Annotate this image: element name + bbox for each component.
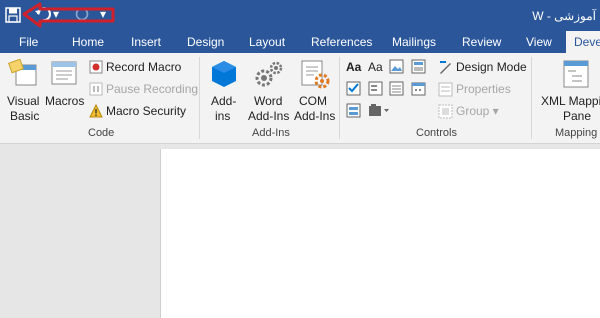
add-ins-icon [212,61,236,87]
visual-basic-icon [8,59,37,86]
record-macro-icon [89,60,103,74]
code-group-label: Code [88,127,115,139]
dropdown-list-control-icon[interactable] [389,81,404,96]
com-add-ins-label-1: COM [299,94,327,108]
properties-label: Properties [456,82,511,96]
add-ins-label-1: Add- [211,94,237,108]
macro-security-label: Macro Security [106,104,187,118]
save-icon[interactable] [5,7,21,23]
design-mode-button[interactable]: Design Mode [437,59,529,77]
document-page[interactable] [160,149,600,318]
legacy-tools-icon[interactable] [368,103,390,118]
tab-mailings[interactable]: Mailings [392,31,436,53]
mapping-group-label: Mapping [555,127,598,139]
tab-review[interactable]: Review [462,31,501,53]
tab-home[interactable]: Home [72,31,104,53]
checkbox-control-icon[interactable] [346,81,361,96]
macro-security-button[interactable]: Macro Security [88,103,188,121]
tab-layout[interactable]: Layout [249,31,285,53]
separator [531,57,532,139]
properties-icon [438,82,453,97]
visual-basic-label-1: Visual [7,94,40,108]
com-add-ins-label-2: Add-Ins [294,109,336,123]
warning-icon [89,104,103,118]
pause-recording-button[interactable]: Pause Recording [88,81,199,99]
building-block-control-icon[interactable] [411,59,426,74]
group-label: Group ▾ [456,104,499,118]
xml-mapping-pane-button[interactable]: XML Mappi Pane [536,57,600,125]
pause-icon [89,82,103,96]
tab-references[interactable]: References [311,31,372,53]
macros-icon [51,61,77,85]
tab-view[interactable]: View [526,31,552,53]
word-add-ins-button[interactable]: Word Add-Ins [246,57,292,125]
com-add-ins-button[interactable]: COM Add-Ins [294,57,338,125]
annotation-arrow [22,2,115,28]
macros-button[interactable]: Macros [44,57,86,125]
properties-button[interactable]: Properties [437,81,529,99]
add-ins-label-2: ins [215,109,231,123]
tab-file[interactable]: File [19,31,38,53]
group-icon [438,104,453,119]
macros-label: Macros [45,94,85,108]
repeating-section-control-icon[interactable] [346,103,361,118]
visual-basic-label-2: Basic [10,109,40,123]
add-ins-button[interactable]: Add- ins [204,57,244,125]
ribbon-tab-bar: File Home Insert Design Layout Reference… [0,31,600,53]
tab-developer[interactable]: Deve [566,31,600,53]
record-macro-label: Record Macro [106,60,182,74]
com-add-ins-icon [301,60,330,89]
record-macro-button[interactable]: Record Macro [88,59,188,77]
word-add-ins-label-1: Word [254,94,283,108]
add-ins-group-label: Add-Ins [252,127,290,139]
visual-basic-button[interactable]: Visual Basic [4,57,42,125]
design-mode-icon [440,61,451,74]
xml-mapping-label-2: Pane [563,109,592,123]
tab-insert[interactable]: Insert [131,31,161,53]
ribbon: Visual Basic Macros Record Macro Pause R… [0,53,600,144]
plain-text-control-icon[interactable]: Aa [368,60,383,74]
separator [339,57,340,139]
controls-group-label: Controls [416,127,457,139]
rich-text-control-icon[interactable]: Aa [346,60,361,74]
date-picker-control-icon[interactable] [411,81,426,96]
separator [199,57,200,139]
combo-box-control-icon[interactable] [368,81,383,96]
design-mode-label: Design Mode [456,60,527,74]
gears-icon [255,61,283,87]
window-title: آموزشی - W [532,9,596,23]
group-button[interactable]: Group ▾ [437,103,529,121]
title-bar: ▾ ▾ آموزشی - W [0,0,600,31]
xml-mapping-label-1: XML Mappi [541,94,600,108]
pause-recording-label: Pause Recording [106,82,199,96]
word-add-ins-label-2: Add-Ins [248,109,290,123]
tab-design[interactable]: Design [187,31,224,53]
picture-control-icon[interactable] [389,59,404,74]
xml-mapping-icon [563,60,589,88]
